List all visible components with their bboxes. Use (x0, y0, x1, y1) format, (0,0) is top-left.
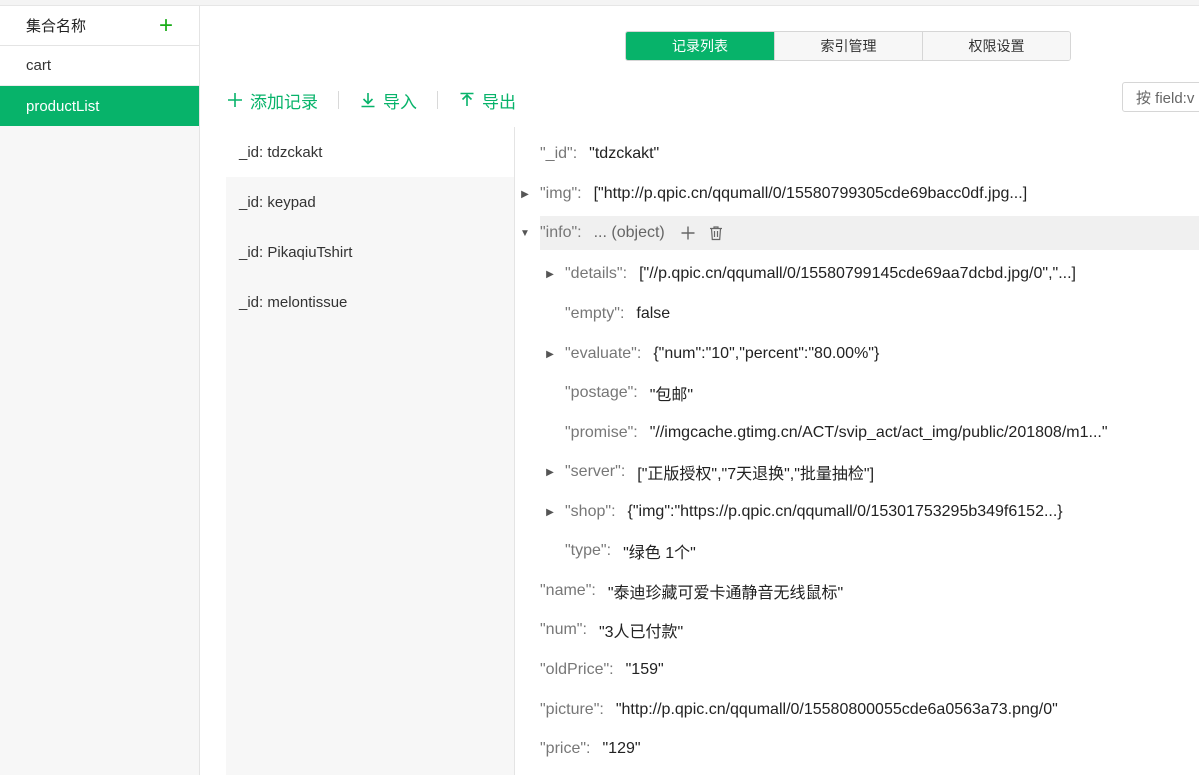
search-input[interactable]: 按 field:v (1122, 82, 1199, 112)
record-item[interactable]: _id: PikaqiuTshirt (226, 227, 514, 277)
field-row-shop: ▶ "shop": {"img":"https://p.qpic.cn/qqum… (546, 503, 1063, 521)
field-value[interactable]: "http://p.qpic.cn/qqumall/0/15580800055c… (616, 701, 1058, 719)
field-row-evaluate: ▶ "evaluate": {"num":"10","percent":"80.… (546, 345, 880, 363)
export-label: 导出 (482, 92, 516, 112)
add-collection-icon[interactable]: + (159, 13, 173, 38)
collection-item-cart[interactable]: cart (0, 46, 199, 86)
field-row-oldprice: "oldPrice": "159" (540, 661, 664, 679)
collection-item-productlist[interactable]: productList (0, 86, 199, 126)
field-row-price: "price": "129" (540, 740, 641, 758)
field-key: "price" (540, 740, 587, 757)
field-value[interactable]: "绿色 1个" (623, 539, 696, 563)
field-value[interactable]: "//imgcache.gtimg.cn/ACT/svip_act/act_im… (650, 424, 1108, 442)
field-value[interactable]: "129" (603, 740, 641, 758)
field-key: "img" (540, 185, 578, 202)
field-key: "details" (565, 265, 623, 282)
collection-sidebar: 集合名称 + cart productList (0, 6, 200, 775)
field-row-postage: "postage": "包邮" (565, 376, 1199, 410)
field-row-type: "type": "绿色 1个" (565, 534, 1199, 568)
delete-icon[interactable] (707, 224, 725, 242)
field-key: "postage" (565, 384, 634, 401)
import-label: 导入 (383, 92, 417, 112)
tab-permissions[interactable]: 权限设置 (922, 32, 1070, 60)
collapse-arrow-icon[interactable]: ▼ (520, 228, 530, 239)
expand-arrow-icon[interactable]: ▶ (520, 189, 530, 200)
field-key: "type" (565, 542, 607, 559)
expand-arrow-icon[interactable]: ▶ (545, 467, 555, 478)
field-value[interactable]: "泰迪珍藏可爱卡通静音无线鼠标" (608, 579, 843, 603)
add-record-label: 添加记录 (250, 92, 318, 112)
field-key: "_id" (540, 145, 573, 162)
field-key: "server" (565, 463, 621, 480)
field-key: "num" (540, 621, 583, 638)
field-value[interactable]: {"img":"https://p.qpic.cn/qqumall/0/1530… (628, 503, 1063, 521)
tab-indexes[interactable]: 索引管理 (774, 32, 922, 60)
field-key: "shop" (565, 503, 612, 520)
tab-bar: 记录列表 索引管理 权限设置 (625, 31, 1071, 61)
record-item[interactable]: _id: melontissue (226, 277, 514, 327)
field-value[interactable]: {"num":"10","percent":"80.00%"} (653, 345, 879, 363)
field-value[interactable]: ["//p.qpic.cn/qqumall/0/15580799145cde69… (639, 265, 1076, 283)
add-record-button[interactable]: 添加记录 (226, 88, 318, 113)
record-detail: "_id": "tdzckakt" ▶ "img": ["http://p.qp… (515, 127, 1199, 775)
expand-arrow-icon[interactable]: ▶ (545, 349, 555, 360)
record-item[interactable]: _id: tdzckakt (226, 127, 514, 177)
field-value[interactable]: ["http://p.qpic.cn/qqumall/0/15580799305… (594, 185, 1028, 203)
field-key: "info" (540, 224, 578, 241)
field-row-details: ▶ "details": ["//p.qpic.cn/qqumall/0/155… (546, 265, 1076, 283)
field-value: ... (object) (593, 224, 665, 241)
field-row-server: ▶ "server": ["正版授权","7天退换","批量抽检"] (546, 455, 1199, 489)
add-field-icon[interactable] (679, 224, 697, 242)
field-row-empty: "empty": false (565, 305, 671, 323)
field-row-promise: "promise": "//imgcache.gtimg.cn/ACT/svip… (565, 424, 1108, 442)
field-value[interactable]: "3人已付款" (599, 618, 683, 642)
field-value[interactable]: "包邮" (650, 381, 693, 405)
download-icon (361, 93, 375, 108)
plus-icon (228, 93, 242, 107)
field-row-img: ▶ "img": ["http://p.qpic.cn/qqumall/0/15… (521, 185, 1028, 203)
sidebar-header: 集合名称 + (0, 6, 199, 46)
export-button[interactable]: 导出 (458, 88, 516, 113)
toolbar-divider (437, 91, 438, 109)
field-key: "oldPrice" (540, 661, 610, 678)
upload-icon (460, 92, 474, 106)
toolbar: 添加记录 导入 导出 (226, 86, 516, 114)
field-key: "picture" (540, 701, 600, 718)
import-button[interactable]: 导入 (359, 88, 417, 113)
field-value[interactable]: ["正版授权","7天退换","批量抽检"] (637, 460, 874, 484)
field-value[interactable]: "159" (626, 661, 664, 679)
field-row-picture: "picture": "http://p.qpic.cn/qqumall/0/1… (540, 701, 1058, 719)
field-key: "promise" (565, 424, 634, 441)
toolbar-divider (338, 91, 339, 109)
expand-arrow-icon[interactable]: ▶ (545, 507, 555, 518)
search-placeholder: 按 field:v (1136, 89, 1195, 107)
field-row-id: "_id": "tdzckakt" (540, 145, 660, 163)
field-key: "empty" (565, 305, 620, 322)
tab-records[interactable]: 记录列表 (626, 32, 774, 60)
field-key: "name" (540, 582, 592, 599)
record-list: _id: tdzckakt _id: keypad _id: PikaqiuTs… (226, 127, 515, 775)
field-row-num: "num": "3人已付款" (540, 613, 1199, 647)
field-value[interactable]: "tdzckakt" (589, 145, 659, 163)
field-value[interactable]: false (636, 305, 670, 323)
record-item[interactable]: _id: keypad (226, 177, 514, 227)
field-row-info: ▼ "info": ... (object) (520, 216, 1199, 250)
field-row-name: "name": "泰迪珍藏可爱卡通静音无线鼠标" (540, 574, 1199, 608)
field-key: "evaluate" (565, 345, 637, 362)
expand-arrow-icon[interactable]: ▶ (545, 269, 555, 280)
collection-title: 集合名称 (26, 18, 87, 35)
